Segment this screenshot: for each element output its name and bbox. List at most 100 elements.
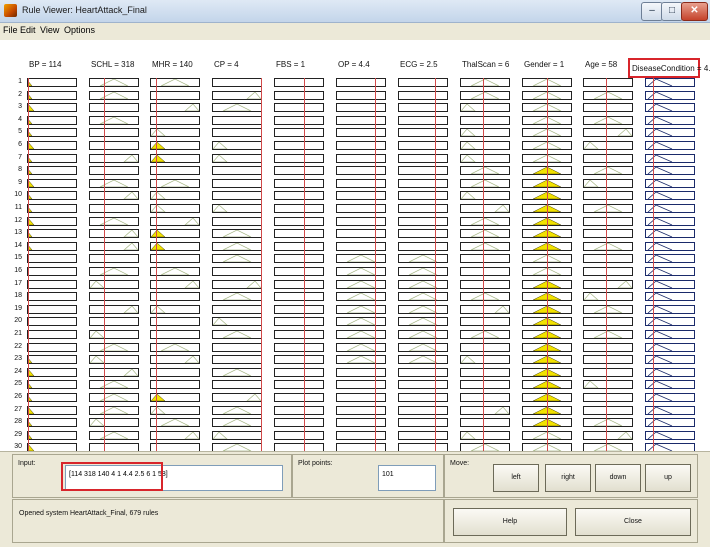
input-rule-cell [460, 103, 510, 113]
membership-plot [28, 318, 76, 325]
menu-options[interactable]: Options [64, 25, 95, 35]
membership-plot [151, 92, 199, 99]
input-rule-cell [460, 204, 510, 213]
input-rule-cell [398, 229, 448, 239]
close-window-button[interactable]: ✕ [681, 2, 708, 21]
input-value-marker[interactable] [435, 78, 436, 456]
input-rule-cell [583, 115, 633, 125]
membership-triangle [246, 91, 261, 99]
input-value-marker[interactable] [261, 78, 262, 456]
move-up-button[interactable]: up [645, 464, 691, 492]
input-value-marker[interactable] [482, 78, 484, 456]
help-button[interactable]: Help [453, 508, 567, 536]
input-rule-cell [336, 103, 386, 113]
input-rule-cell [89, 254, 139, 264]
membership-plot [461, 129, 476, 137]
input-rule-cell [583, 330, 633, 339]
input-rule-cell [27, 317, 77, 327]
input-rule-cell [212, 103, 262, 113]
membership-plot [28, 306, 76, 313]
input-rule-cell [336, 430, 386, 440]
move-right-button[interactable]: right [545, 464, 591, 492]
membership-plot [399, 79, 447, 86]
membership-plot [213, 268, 261, 275]
input-value-marker[interactable] [104, 78, 106, 456]
input-variable-label: Gender = 1 [524, 60, 565, 69]
membership-triangle [213, 431, 228, 439]
move-down-button[interactable]: down [595, 464, 641, 492]
membership-plot [28, 118, 33, 124]
input-rule-cell [89, 229, 139, 239]
membership-plot [28, 104, 35, 112]
membership-triangle [123, 305, 138, 313]
membership-triangle [470, 179, 500, 187]
output-value-marker[interactable] [653, 78, 655, 456]
membership-triangle [184, 356, 199, 364]
membership-triangle [346, 305, 376, 313]
membership-triangle [213, 318, 228, 326]
membership-plot [184, 104, 199, 112]
rules-panel[interactable]: BP = 114 SCHL = 318 MHR = 140 CP = 4 FBS = 1… [0, 40, 710, 456]
membership-triangle [584, 381, 599, 389]
input-rule-cell [27, 241, 77, 251]
membership-plot [275, 407, 323, 414]
membership-plot [28, 168, 33, 175]
membership-triangle [346, 268, 376, 275]
membership-plot [461, 369, 509, 376]
minimize-button[interactable]: – [641, 2, 663, 21]
input-value-marker[interactable] [155, 78, 157, 456]
input-rule-cell [274, 430, 324, 440]
menu-view[interactable]: View [40, 25, 59, 35]
input-rule-cell [212, 191, 262, 201]
membership-plot [346, 331, 376, 338]
membership-plot [346, 293, 376, 301]
membership-plot [275, 230, 323, 237]
input-rule-cell [274, 367, 324, 377]
input-rule-cell [212, 418, 262, 428]
membership-plot [184, 431, 199, 439]
input-rule-cell [336, 367, 386, 377]
input-rule-cell [336, 128, 386, 138]
membership-plot [160, 179, 190, 187]
input-rule-cell [150, 279, 200, 289]
input-value-marker[interactable] [375, 78, 377, 456]
input-rule-cell [460, 292, 510, 302]
membership-plot [399, 192, 447, 199]
input-rule-cell [27, 254, 77, 264]
input-rule-cell [274, 78, 324, 87]
input-value-marker[interactable] [303, 78, 305, 456]
membership-plot [160, 343, 190, 351]
input-rule-cell [583, 342, 633, 352]
move-left-button[interactable]: left [493, 464, 539, 492]
input-rule-cell [89, 279, 139, 289]
plot-points-field[interactable]: 101 [378, 465, 436, 491]
input-rule-cell [336, 115, 386, 125]
input-rule-cell [212, 405, 262, 415]
input-rule-cell [398, 405, 448, 415]
membership-triangle [90, 331, 105, 338]
menu-file[interactable]: File [3, 25, 18, 35]
input-rule-cell [274, 380, 324, 390]
membership-plot [123, 230, 138, 238]
input-value-marker[interactable] [547, 78, 548, 456]
input-rule-cell [460, 115, 510, 125]
membership-plot [593, 91, 623, 99]
input-value-marker[interactable] [28, 78, 29, 456]
input-rule-cell [398, 254, 448, 264]
input-rule-cell [460, 78, 510, 87]
membership-plot [213, 381, 261, 388]
matlab-app-icon [4, 4, 17, 17]
input-rule-cell [89, 115, 139, 125]
input-value-marker[interactable] [605, 78, 607, 456]
membership-plot [461, 431, 476, 439]
membership-plot [593, 242, 623, 250]
membership-plot [123, 154, 138, 162]
input-rule-cell [89, 342, 139, 352]
membership-plot [461, 381, 509, 388]
close-button[interactable]: Close [575, 508, 691, 536]
input-rule-cell [89, 292, 139, 302]
maximize-button[interactable]: □ [661, 2, 683, 21]
menu-edit[interactable]: Edit [20, 25, 36, 35]
membership-plot [399, 180, 447, 187]
input-rule-cell [212, 204, 262, 213]
